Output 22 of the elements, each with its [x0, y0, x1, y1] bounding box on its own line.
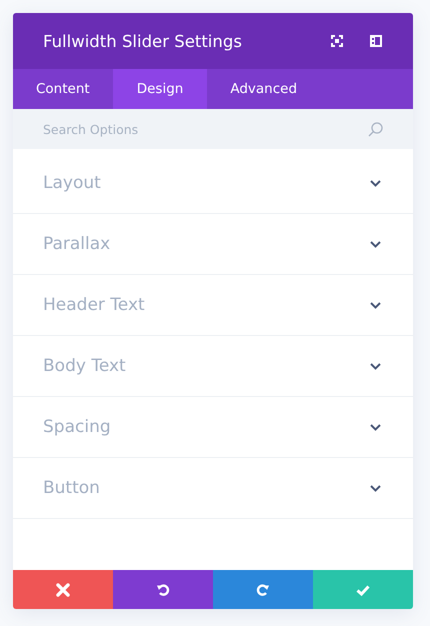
tab[interactable]: Content — [13, 69, 113, 109]
section-header[interactable]: Spacing — [13, 397, 413, 458]
undo-icon — [156, 582, 170, 596]
fullscreen-icon[interactable] — [331, 35, 343, 47]
search-icon[interactable] — [368, 122, 383, 136]
sidebar-layout-icon[interactable] — [370, 35, 382, 47]
cancel-button[interactable] — [13, 570, 113, 609]
tab[interactable]: Advanced — [207, 69, 320, 109]
redo-icon — [256, 582, 270, 596]
window-title: Fullwidth Slider Settings — [43, 32, 242, 50]
checkmark-icon — [356, 582, 370, 596]
search-field[interactable]: Search Options — [43, 122, 368, 136]
section-header[interactable]: Body Text — [13, 336, 413, 397]
section-header[interactable]: Button — [13, 458, 413, 519]
close-icon — [56, 582, 70, 596]
section-header[interactable]: Parallax — [13, 214, 413, 275]
section-header[interactable]: Header Text — [13, 275, 413, 336]
save-button[interactable] — [313, 570, 413, 609]
redo-button[interactable] — [213, 570, 313, 609]
tab[interactable]: Design — [112, 69, 208, 109]
search-bar[interactable]: Search Options — [13, 109, 413, 149]
section-header[interactable]: Layout — [13, 153, 413, 214]
